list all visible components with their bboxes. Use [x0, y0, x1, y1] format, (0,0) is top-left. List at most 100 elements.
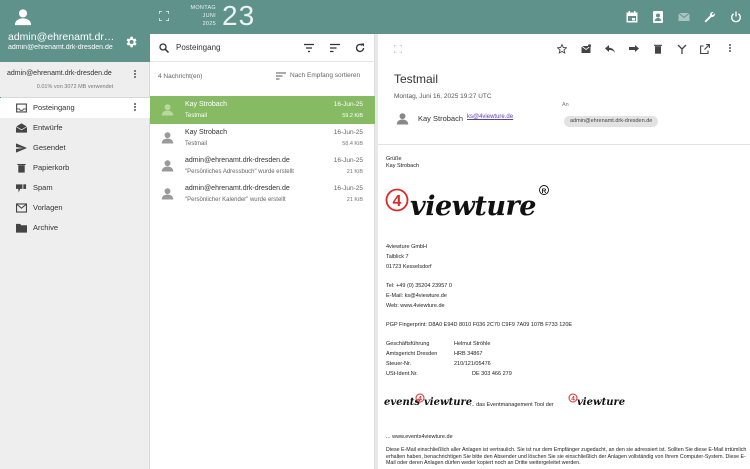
delete-icon[interactable]: [653, 44, 663, 54]
archive-folder-icon: [16, 223, 27, 233]
folder-inbox[interactable]: Posteingang: [0, 98, 150, 118]
inbox-icon: [16, 103, 27, 113]
events-word: events: [384, 397, 420, 408]
sort-icon[interactable]: [330, 43, 340, 53]
folder-sent[interactable]: Gesendet: [0, 138, 150, 158]
message-row[interactable]: admin@ehrenamt.drk-dresden.de 16-Jun-25 …: [150, 152, 375, 180]
sort-order-icon[interactable]: [276, 72, 286, 80]
body-disclaimer: Diese E-Mail einschließlich aller Anlage…: [386, 447, 747, 466]
sender-email-link[interactable]: ks@4viewture.de: [467, 114, 513, 120]
quota-text: 0.01% von 3072 MB verwendet: [36, 84, 114, 90]
body-ust-label: USt-Ident.Nr.: [386, 371, 418, 377]
contacts-icon[interactable]: [652, 11, 664, 23]
events4viewture-logo: events 4 viewture ... das Eventmanagemen…: [384, 393, 625, 408]
folder-templates[interactable]: Vorlagen: [0, 198, 150, 218]
body-ag-value: HRB 34867: [454, 351, 483, 357]
body-st-value: 210/121/05476: [454, 361, 491, 367]
account-menu-icon[interactable]: [132, 69, 138, 81]
mail-icon[interactable]: [678, 11, 690, 23]
message-size: 58.4 KiB: [342, 141, 363, 147]
top-bar: MONTAG JUNI 2025 23: [150, 0, 750, 34]
folder-spam[interactable]: Spam: [0, 178, 150, 198]
events-number: 4: [418, 396, 422, 403]
body-gf-label: Geschäftsführung: [386, 341, 430, 347]
logo-text: viewture: [410, 191, 536, 222]
drafts-icon: [16, 123, 27, 133]
folder-label: Papierkorb: [33, 163, 70, 172]
account-name[interactable]: admin@ehrenamt.drk-dresden.de: [8, 31, 118, 43]
more-icon[interactable]: [727, 43, 733, 55]
expand-icon[interactable]: [159, 11, 169, 21]
forward-icon[interactable]: [629, 44, 639, 54]
folder-menu-icon[interactable]: [132, 102, 138, 114]
contact-avatar-icon: [161, 188, 174, 200]
account-row[interactable]: admin@ehrenamt.drk-dresden.de: [0, 66, 150, 84]
contact-avatar-icon: [161, 160, 174, 172]
sender-name[interactable]: Kay Strobach: [418, 114, 463, 123]
message-from: admin@ehrenamt.drk-dresden.de: [185, 157, 290, 164]
contact-avatar-icon: [161, 104, 174, 116]
message-date: 16-Jun-25: [333, 129, 363, 136]
date-year: 2025: [202, 21, 216, 27]
refresh-icon[interactable]: [355, 43, 365, 53]
body-events-link[interactable]: ... www.events4viewture.de: [386, 434, 453, 440]
message-subject: "Persönliches Adressbuch" wurde erstellt: [185, 169, 294, 175]
trash-icon: [17, 163, 26, 173]
body-street: Talblick 7: [386, 254, 409, 260]
folder-label: Vorlagen: [33, 203, 63, 212]
date-month: JUNI: [202, 13, 216, 19]
body-pgp: PGP Fingerprint: D8A0 E94D 8010 F036 2C7…: [386, 322, 573, 328]
body-company: 4viewture GmbH: [386, 244, 427, 250]
branch-icon[interactable]: [677, 44, 687, 54]
gear-icon[interactable]: [124, 35, 138, 49]
body-web[interactable]: Web: www.4viewture.de: [386, 303, 445, 309]
message-row[interactable]: Kay Strobach 16-Jun-25 Testmail 59.2 KiB: [150, 96, 375, 124]
message-from: Kay Strobach: [185, 101, 228, 108]
message-date: 16-Jun-25: [333, 101, 363, 108]
folder-label: Spam: [33, 183, 53, 192]
body-ust-value: DE 303 466 279: [472, 371, 512, 377]
folder-label: Archive: [33, 223, 59, 232]
sent-icon: [16, 143, 27, 153]
body-greeting: Grüße: [386, 156, 402, 162]
list-subheader: 4 Nachricht(en) Nach Empfang sortieren: [150, 66, 375, 86]
recipient-chip[interactable]: admin@ehrenamt.drk-dresden.de: [564, 116, 659, 127]
filter-icon[interactable]: [304, 43, 314, 53]
date-text: MONTAG JUNI 2025: [180, 4, 216, 28]
header-divider: [378, 144, 750, 145]
message-list-panel: Posteingang 4 Nachricht(en) Nach Empfang…: [150, 34, 375, 469]
recipient-label: An: [562, 102, 569, 108]
date-day-number: 23: [222, 0, 256, 31]
4viewture-logo: 4 viewture R: [385, 185, 549, 222]
calendar-icon[interactable]: [626, 11, 638, 23]
folder-trash[interactable]: Papierkorb: [0, 158, 150, 178]
events-middle-text: ... das Eventmanagement Tool der: [470, 402, 554, 408]
open-external-icon[interactable]: [700, 44, 710, 54]
user-icon: [14, 9, 32, 26]
mark-unread-icon[interactable]: [581, 44, 591, 54]
account-email: admin@ehrenamt.drk-dresden.de: [8, 44, 113, 51]
expand-icon[interactable]: [394, 45, 402, 53]
message-date: 16-Jun-25: [333, 185, 363, 192]
message-subject: Testmail: [185, 113, 208, 119]
message-size: 21 KiB: [346, 169, 363, 175]
folder-drafts[interactable]: Entwürfe: [0, 118, 150, 138]
date-weekday: MONTAG: [190, 5, 216, 11]
power-icon[interactable]: [730, 11, 742, 23]
message-size: 59.2 KiB: [342, 113, 363, 119]
star-icon[interactable]: [557, 44, 567, 54]
reply-icon[interactable]: [605, 44, 615, 54]
tools-icon[interactable]: [704, 11, 716, 23]
message-row[interactable]: Kay Strobach 16-Jun-25 Testmail 58.4 KiB: [150, 124, 375, 152]
body-tel: Tel: +49 (0) 35204 23957 0: [386, 283, 452, 289]
logo-registered-mark: R: [542, 188, 547, 195]
message-row[interactable]: admin@ehrenamt.drk-dresden.de 16-Jun-25 …: [150, 180, 375, 208]
message-size: 21 KiB: [346, 197, 363, 203]
sender-avatar-icon: [396, 113, 409, 125]
logo-number: 4: [393, 193, 402, 210]
folder-archive[interactable]: Archive: [0, 218, 150, 238]
body-email[interactable]: E-Mail: ks@4viewture.de: [386, 293, 447, 299]
spam-icon: [16, 184, 27, 193]
sort-button[interactable]: Nach Empfang sortieren: [290, 72, 360, 79]
search-icon[interactable]: [159, 43, 169, 53]
